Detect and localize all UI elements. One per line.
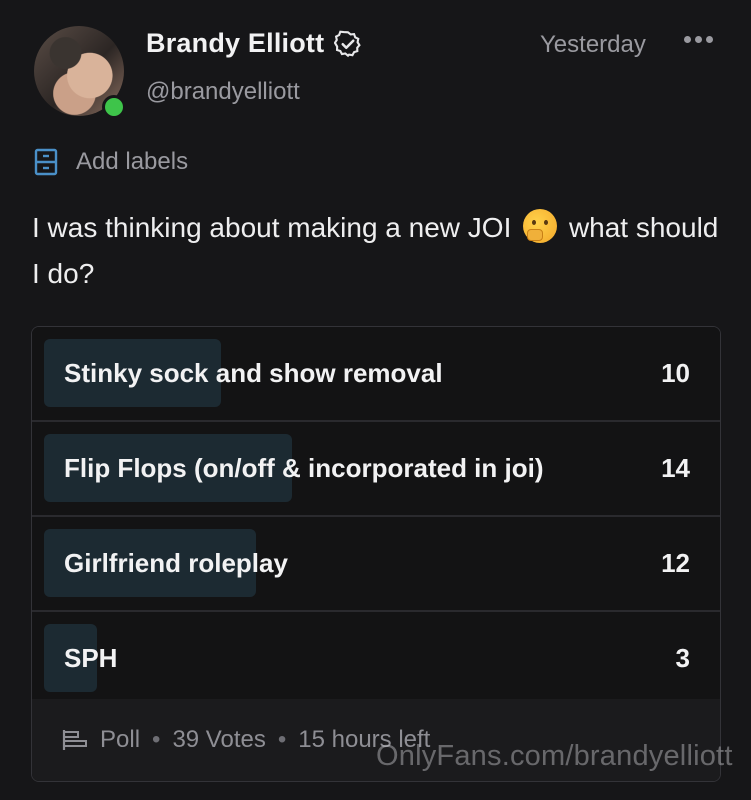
more-options-icon[interactable] <box>684 36 713 43</box>
separator-dot: • <box>277 726 287 753</box>
poll-option-count: 3 <box>675 643 690 673</box>
thinking-face-emoji-icon <box>523 209 558 243</box>
poll-option[interactable]: Stinky sock and show removal 10 <box>32 327 720 422</box>
poll-time-left: 15 hours left <box>298 726 431 753</box>
poll-option-label: Girlfriend roleplay <box>64 548 288 578</box>
poll-option-label: SPH <box>64 643 118 673</box>
verified-badge-icon <box>334 30 362 57</box>
label-icon <box>34 148 58 176</box>
author-name[interactable]: Brandy Elliott <box>146 28 324 59</box>
poll-option-count: 10 <box>661 358 690 388</box>
post-card: Brandy Elliott @brandyelliott Yesterday … <box>0 0 751 800</box>
poll-votes: 39 Votes <box>172 726 266 753</box>
poll-footer: Poll • 39 Votes • 15 hours left <box>32 699 720 781</box>
online-status-indicator <box>102 95 126 119</box>
author-name-row: Brandy Elliott <box>146 28 362 59</box>
poll: Stinky sock and show removal 10 Flip Flo… <box>31 326 721 782</box>
post-text-part-1: I was thinking about making a new JOI <box>32 212 512 243</box>
separator-dot: • <box>152 726 161 753</box>
add-labels-button[interactable]: Add labels <box>34 148 188 176</box>
poll-option[interactable]: Flip Flops (on/off & incorporated in joi… <box>32 422 720 517</box>
poll-option-count: 12 <box>661 548 690 578</box>
author-handle[interactable]: @brandyelliott <box>146 78 300 106</box>
poll-option-label: Stinky sock and show removal <box>64 358 443 388</box>
poll-option-label: Flip Flops (on/off & incorporated in joi… <box>64 453 544 483</box>
add-labels-label: Add labels <box>76 148 189 175</box>
poll-option-count: 14 <box>661 453 690 483</box>
poll-icon <box>62 730 87 750</box>
poll-option[interactable]: Girlfriend roleplay 12 <box>32 517 720 612</box>
post-text: I was thinking about making a new JOI wh… <box>32 205 722 297</box>
post-timestamp: Yesterday <box>540 31 646 58</box>
poll-type-label: Poll <box>100 726 141 753</box>
poll-option[interactable]: SPH 3 <box>32 612 720 707</box>
